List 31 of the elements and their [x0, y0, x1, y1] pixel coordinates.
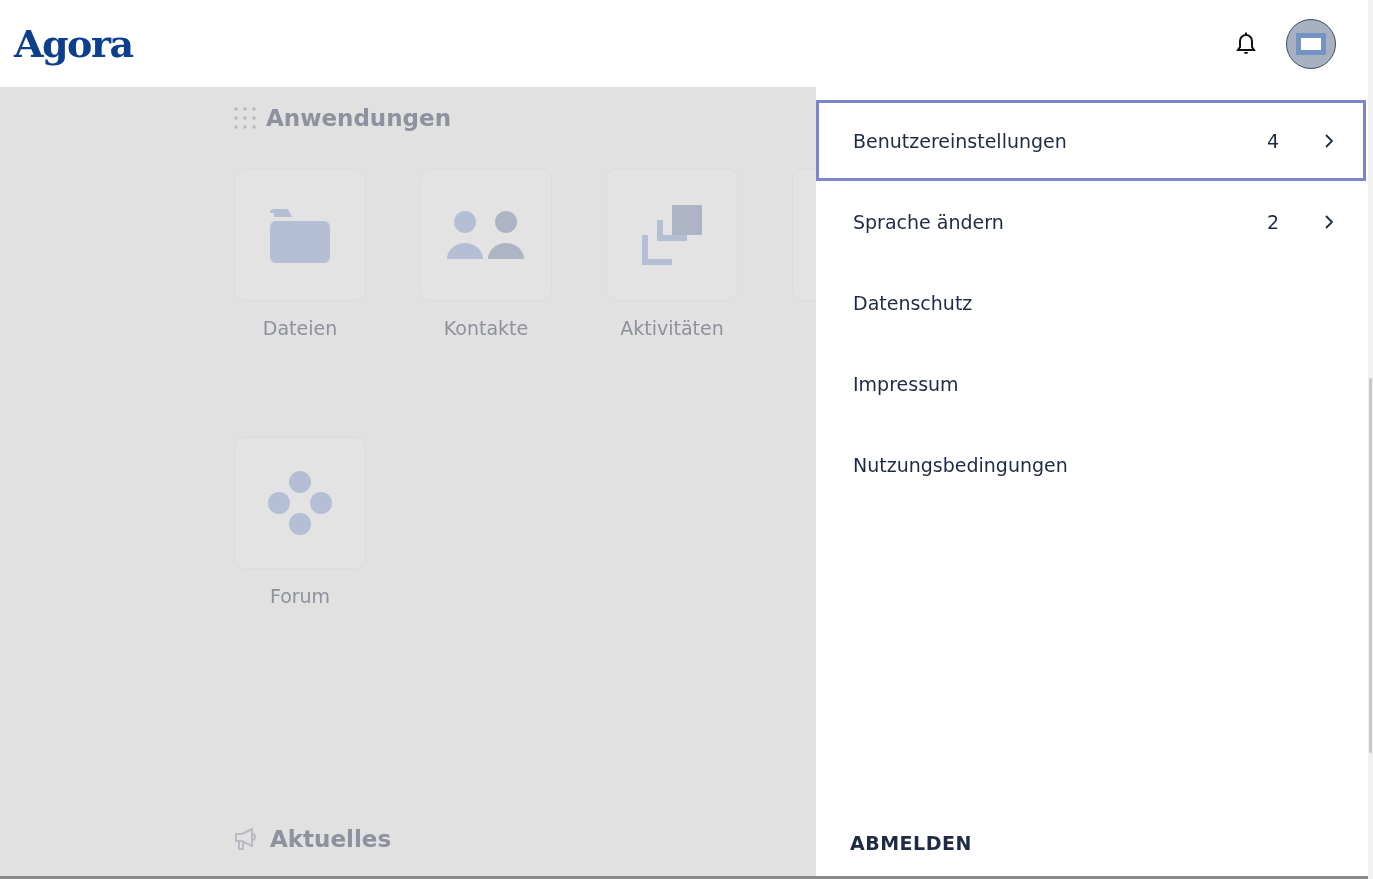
menu-item[interactable]: Datenschutz [816, 262, 1366, 343]
app-tile[interactable] [234, 437, 366, 569]
menu-item-label: Impressum [853, 372, 960, 395]
user-avatar[interactable] [1286, 18, 1336, 69]
menu-item-count: 2 [1266, 210, 1279, 233]
grid-icon [234, 107, 256, 129]
menu-item-label: Benutzereinstellungen [853, 129, 1068, 152]
menu-item-count: 4 [1266, 129, 1279, 152]
menu-item[interactable]: Sprache ändern 2 [816, 181, 1366, 262]
menu-item[interactable]: Nutzungsbedingungen [816, 424, 1366, 505]
logout-button[interactable]: ABMELDEN [850, 832, 972, 854]
app-tile[interactable] [420, 169, 552, 301]
app-label: Dateien [262, 317, 338, 339]
stacked-squares-icon [642, 205, 702, 265]
app-label: Kontakte [443, 317, 529, 339]
menu-item[interactable]: Impressum [816, 343, 1366, 424]
section-heading: Anwendungen [266, 105, 452, 131]
dots-icon [268, 471, 332, 535]
app-tile[interactable] [606, 169, 738, 301]
logo[interactable]: Agora [14, 21, 133, 66]
app-label: Forum [269, 585, 331, 607]
menu-item[interactable]: Benutzereinstellungen 4 [816, 100, 1366, 181]
section-heading: Aktuelles [270, 826, 392, 852]
app-tile[interactable] [234, 169, 366, 301]
menu-item-label: Nutzungsbedingungen [853, 453, 1069, 476]
folder-icon [270, 207, 330, 263]
menu-item-label: Sprache ändern [853, 210, 1005, 233]
menu-item-label: Datenschutz [853, 291, 974, 314]
people-icon [447, 211, 525, 259]
notification-bell-icon[interactable] [1236, 31, 1256, 56]
app-label: Aktivitäten [620, 317, 724, 339]
